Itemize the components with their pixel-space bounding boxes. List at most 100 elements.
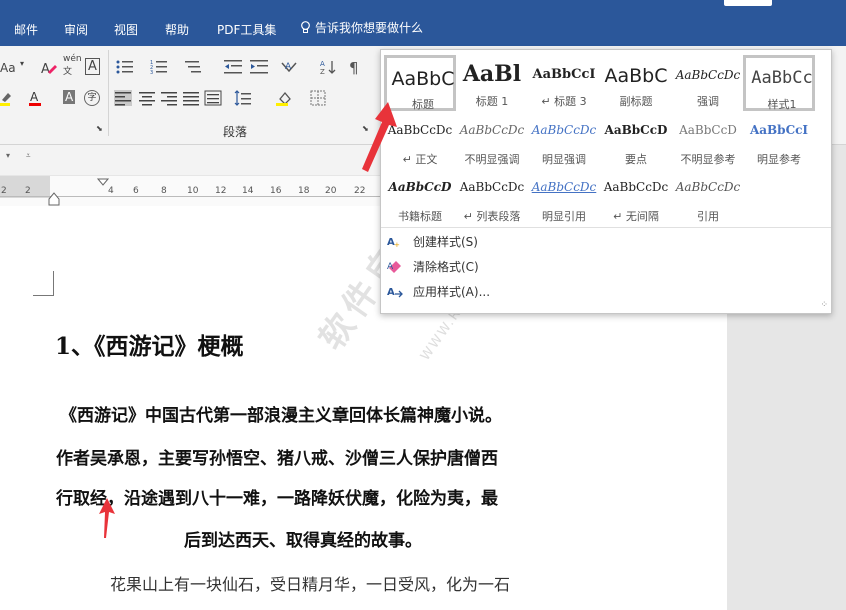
style-intense-quote[interactable]: AaBbCcDc 明显引用	[528, 170, 600, 226]
style-label: 明显强调	[542, 153, 586, 166]
multilevel-list-icon[interactable]	[184, 59, 202, 75]
wen-char: 文	[63, 67, 73, 77]
numbering-icon[interactable]: 123	[150, 59, 168, 75]
style-sample: AaBbCcI	[749, 123, 809, 137]
style-subtle-reference[interactable]: AaBbCcD 不明显参考	[672, 113, 744, 169]
style-label: 要点	[625, 153, 647, 166]
style-intense-reference[interactable]: AaBbCcI 明显参考	[743, 113, 815, 169]
ruler-tick: 2	[25, 186, 31, 196]
red-arrow-icon	[99, 498, 115, 538]
sort-icon[interactable]: AZ	[320, 59, 338, 75]
ruler-tick: 20	[325, 186, 337, 196]
menu-label: 清除格式(C)	[413, 260, 479, 274]
red-arrow-icon	[362, 102, 397, 172]
style-label: 强调	[697, 95, 719, 108]
hanging-indent-marker[interactable]	[48, 192, 60, 206]
ruler-tick: 16	[270, 186, 282, 196]
font-color-icon[interactable]: A	[28, 90, 46, 106]
align-center-icon[interactable]	[138, 90, 156, 106]
style-book-title[interactable]: AaBbCcD 书籍标题	[384, 170, 456, 226]
ruler-tick: 10	[187, 186, 199, 196]
style-subtle-emphasis[interactable]: AaBbCcDc 不明显强调	[456, 113, 528, 169]
tab-pdf-tools[interactable]: PDF工具集	[217, 21, 276, 38]
svg-text:A: A	[285, 62, 292, 72]
quick-access-strip: ▾ ⩡	[0, 145, 380, 175]
phonetic-guide-button[interactable]: wén 文	[63, 54, 82, 77]
create-style-icon: A +	[387, 237, 400, 248]
align-right-icon[interactable]	[160, 90, 178, 106]
align-left-icon[interactable]	[114, 90, 132, 106]
svg-text:+: +	[394, 241, 400, 248]
ruler-tick: 4	[108, 186, 114, 196]
clear-format-icon[interactable]: A	[40, 60, 58, 76]
style-heading-1[interactable]: AaBl 标题 1	[456, 55, 528, 111]
decrease-indent-icon[interactable]	[224, 59, 242, 75]
tab-mailings[interactable]: 邮件	[14, 21, 38, 38]
style-emphasis[interactable]: AaBbCcDc 强调	[672, 55, 744, 111]
first-line-indent-marker[interactable]	[97, 178, 109, 186]
enclosed-char-button[interactable]: 字	[84, 90, 100, 106]
style-label: 副标题	[619, 95, 653, 108]
style-quote[interactable]: AaBbCcDc 引用	[672, 170, 744, 226]
paragraph-line[interactable]: 作者吴承恩，主要写孙悟空、猪八戒、沙僧三人保护唐僧西	[56, 444, 498, 469]
paragraph-line[interactable]: 行取经，沿途遇到八十一难，一路降妖伏魔，化险为夷，最	[56, 484, 498, 509]
style-strong[interactable]: AaBbCcD 要点	[600, 113, 672, 169]
menu-label: 创建样式(S)	[413, 235, 478, 249]
style-sample: AaBbCcD	[679, 123, 737, 137]
style-style1[interactable]: AaBbCc 样式1	[743, 55, 815, 111]
chevron-down-icon: ▾	[20, 59, 25, 68]
apply-style-icon: A	[387, 287, 403, 298]
tab-review[interactable]: 审阅	[64, 21, 88, 38]
paragraph-line[interactable]: 花果山上有一块仙石，受日精月华，一日受风，化为一石	[110, 571, 510, 595]
borders-icon[interactable]	[310, 90, 328, 106]
apply-styles-item[interactable]: A 应用样式(A)...	[387, 283, 490, 300]
svg-text:A: A	[30, 90, 39, 104]
style-label: ↵ 标题 3	[541, 95, 587, 108]
ruler-tick: 2	[1, 186, 7, 196]
document-heading[interactable]: 1、《西游记》梗概	[55, 327, 244, 361]
highlight-icon[interactable]	[0, 90, 18, 106]
style-label: 明显参考	[757, 153, 801, 166]
font-dialog-launcher[interactable]: ⬊	[96, 124, 103, 133]
customize-qat-icon[interactable]: ⩡	[26, 151, 31, 161]
line-spacing-icon[interactable]	[234, 90, 252, 106]
ribbon-tab-bar: 邮件 审阅 视图 帮助 PDF工具集 告诉我你想要做什么	[0, 0, 846, 46]
char-shading-button[interactable]: A	[63, 90, 76, 104]
style-no-spacing[interactable]: AaBbCcDc ↵ 无间隔	[600, 170, 672, 226]
collapse-arrow-icon[interactable]: ▾	[6, 151, 10, 160]
style-list-paragraph[interactable]: AaBbCcDc ↵ 列表段落	[456, 170, 528, 226]
shading-icon[interactable]	[276, 90, 294, 106]
paragraph-group-label: 段落	[223, 125, 248, 139]
svg-text:A: A	[387, 262, 394, 272]
svg-text:3: 3	[150, 70, 153, 75]
resize-grip-icon[interactable]: ⁘	[820, 300, 828, 310]
tell-me-box[interactable]: 告诉我你想要做什么	[300, 19, 423, 36]
create-style-item[interactable]: A + 创建样式(S)	[387, 233, 478, 250]
paragraph-line[interactable]: 后到达西天、取得真经的故事。	[184, 526, 422, 551]
clear-formatting-item[interactable]: A 清除格式(C)	[387, 258, 479, 275]
show-marks-icon[interactable]: ¶	[346, 59, 364, 75]
style-heading-3[interactable]: AaBbCcI ↵ 标题 3	[528, 55, 600, 111]
style-sample: AaBbCcD	[388, 180, 452, 194]
style-subtitle[interactable]: AaBbC 副标题	[600, 55, 672, 111]
svg-text:¶: ¶	[349, 59, 359, 75]
tab-view[interactable]: 视图	[114, 21, 138, 38]
char-border-button[interactable]: A	[85, 58, 100, 75]
divider	[108, 50, 109, 136]
style-label: ↵ 列表段落	[463, 210, 521, 223]
tab-help[interactable]: 帮助	[165, 21, 189, 38]
change-case-button[interactable]: Aa	[0, 61, 16, 75]
bullets-icon[interactable]	[116, 59, 134, 75]
style-sample: AaBbCcD	[604, 123, 668, 137]
style-label: 不明显参考	[680, 153, 736, 166]
style-intense-emphasis[interactable]: AaBbCcDc 明显强调	[528, 113, 600, 169]
justify-icon[interactable]	[182, 90, 200, 106]
chinese-layout-icon[interactable]: A	[280, 59, 298, 75]
distributed-icon[interactable]	[204, 90, 222, 106]
style-label: 书籍标题	[398, 210, 442, 223]
style-label: 标题 1	[475, 95, 509, 108]
style-sample: AaBbC	[391, 68, 455, 90]
share-button[interactable]	[724, 0, 772, 6]
increase-indent-icon[interactable]	[250, 59, 268, 75]
paragraph-line[interactable]: 《西游记》中国古代第一部浪漫主义章回体长篇神魔小说。	[60, 401, 502, 426]
